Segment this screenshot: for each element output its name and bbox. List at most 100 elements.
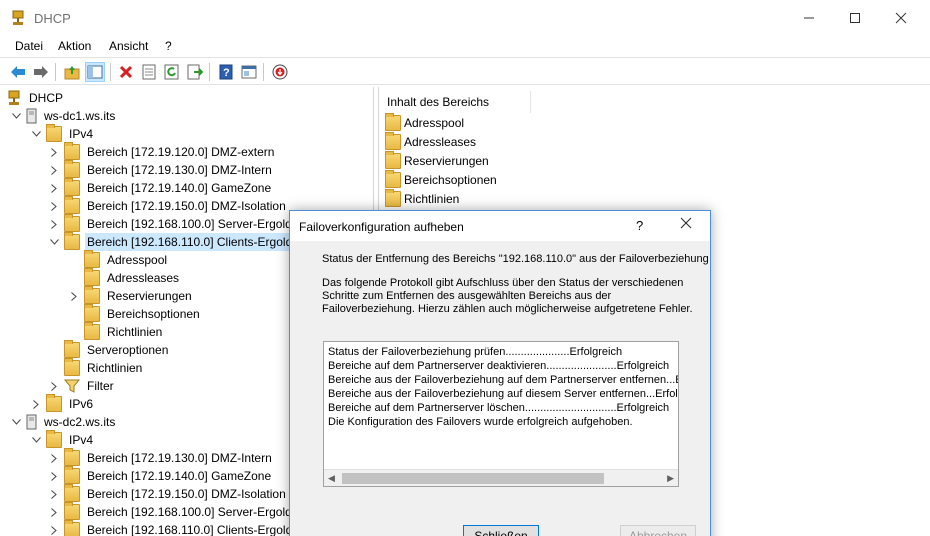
result-item-adressleases[interactable]: Adressleases: [385, 132, 476, 151]
menu-datei[interactable]: Datei: [15, 39, 43, 53]
tree-filter[interactable]: Filter: [48, 377, 116, 395]
expand-arrow-icon[interactable]: [48, 161, 60, 179]
result-item-reservierungen[interactable]: Reservierungen: [385, 151, 489, 170]
forward-button[interactable]: [31, 62, 51, 82]
console-button[interactable]: [239, 62, 259, 82]
tree-root-dhcp[interactable]: DHCP: [6, 89, 65, 107]
expand-arrow-icon[interactable]: [48, 197, 60, 215]
tree-scope[interactable]: Bereich [172.19.120.0] DMZ-extern: [48, 142, 276, 161]
horizontal-scrollbar[interactable]: ◀ ▶: [324, 469, 678, 486]
toolbar: ?: [0, 57, 930, 85]
tree-serveroptionen[interactable]: Serveroptionen: [64, 340, 170, 359]
column-header[interactable]: Inhalt des Bereichs: [379, 91, 531, 113]
result-item-adresspool[interactable]: Adresspool: [385, 113, 464, 132]
export-list-icon: [187, 64, 203, 80]
policies-icon: [385, 189, 401, 207]
scroll-right-icon[interactable]: ▶: [667, 473, 674, 484]
expand-arrow-icon[interactable]: [48, 215, 60, 233]
tree-scope[interactable]: Bereich [192.168.100.0] Server-Ergoldsba…: [48, 214, 326, 233]
expand-arrow-icon[interactable]: [48, 467, 60, 485]
show-hide-tree-button[interactable]: [85, 62, 105, 82]
expand-arrow-icon[interactable]: [48, 449, 60, 467]
dialog-status-text: Status der Entfernung des Bereichs "192.…: [322, 253, 709, 265]
tree-adresspool[interactable]: Adresspool: [84, 250, 169, 269]
server-name: ws-dc2.ws.its: [44, 415, 116, 429]
tree-scope-selected[interactable]: Bereich [192.168.110.0] Clients-Ergoldsb…: [48, 232, 327, 251]
tree-richtlinien-server[interactable]: Richtlinien: [64, 358, 144, 377]
expand-arrow-icon[interactable]: [68, 287, 80, 305]
collapse-arrow-icon[interactable]: [10, 107, 22, 125]
scroll-left-icon[interactable]: ◀: [328, 473, 335, 484]
tree-scope[interactable]: Bereich [172.19.140.0] GameZone: [48, 178, 273, 197]
delete-button[interactable]: [116, 62, 136, 82]
expand-arrow-icon[interactable]: [48, 503, 60, 521]
scope-options-icon: [84, 304, 100, 322]
tree-server-1[interactable]: ws-dc1.ws.its: [10, 107, 117, 125]
help-icon: ?: [219, 64, 233, 80]
export-list-button[interactable]: [185, 62, 205, 82]
minimize-button[interactable]: [786, 0, 832, 36]
menu-ansicht[interactable]: Ansicht: [109, 39, 148, 53]
delete-icon: [119, 65, 133, 79]
collapse-arrow-icon[interactable]: [48, 233, 60, 251]
stop-service-button[interactable]: [270, 62, 290, 82]
scrollbar-thumb[interactable]: [342, 473, 604, 484]
result-item-bereichsoptionen[interactable]: Bereichsoptionen: [385, 170, 497, 189]
scope-folder-icon: [64, 196, 80, 214]
scope-label: Bereich [172.19.120.0] DMZ-extern: [87, 145, 275, 159]
close-button[interactable]: Schließen: [463, 525, 539, 536]
tree-ipv6-1[interactable]: IPv6: [30, 394, 95, 413]
tree-scope[interactable]: Bereich [172.19.130.0] DMZ-Intern: [48, 160, 274, 179]
collapse-arrow-icon[interactable]: [30, 125, 42, 143]
result-item-richtlinien[interactable]: Richtlinien: [385, 189, 459, 208]
tree-scope[interactable]: Bereich [192.168.100.0] Server-Ergoldsba…: [48, 502, 326, 521]
cancel-button[interactable]: Abbrechen: [620, 525, 696, 536]
tree-scope[interactable]: Bereich [172.19.140.0] GameZone: [48, 466, 273, 485]
log-line: Bereiche aus der Failoverbeziehung auf d…: [328, 388, 679, 400]
protocol-log[interactable]: Status der Failoverbeziehung prüfen.....…: [323, 341, 679, 487]
tree-richtlinien-scope[interactable]: Richtlinien: [84, 322, 164, 341]
log-line: Bereiche auf dem Partnerserver deaktivie…: [328, 360, 670, 372]
tree-scope[interactable]: Bereich [172.19.150.0] DMZ-Isolation: [48, 484, 288, 503]
collapse-arrow-icon[interactable]: [30, 431, 42, 449]
properties-button[interactable]: [139, 62, 159, 82]
tree-ipv4-1[interactable]: IPv4: [30, 124, 95, 143]
tree-bereichsoptionen[interactable]: Bereichsoptionen: [84, 304, 202, 323]
tree-scope[interactable]: Bereich [172.19.130.0] DMZ-Intern: [48, 448, 274, 467]
refresh-button[interactable]: [162, 62, 182, 82]
dialog-help-button[interactable]: ?: [636, 218, 643, 233]
address-pool-icon: [385, 113, 401, 131]
help-button[interactable]: ?: [216, 62, 236, 82]
menu-aktion[interactable]: Aktion: [58, 39, 91, 53]
back-button[interactable]: [8, 62, 28, 82]
policies-icon: [64, 358, 80, 376]
reservations-icon: [385, 151, 401, 169]
expand-arrow-icon[interactable]: [48, 485, 60, 503]
tree-scope[interactable]: Bereich [172.19.150.0] DMZ-Isolation: [48, 196, 288, 215]
expand-arrow-icon[interactable]: [48, 143, 60, 161]
scope-label: Bereich [172.19.140.0] GameZone: [87, 181, 272, 195]
tree-reservierungen[interactable]: Reservierungen: [68, 286, 194, 305]
close-window-button[interactable]: [878, 0, 924, 36]
expand-arrow-icon[interactable]: [48, 521, 60, 536]
expand-arrow-icon[interactable]: [48, 377, 60, 395]
tree-item-label: Serveroptionen: [87, 343, 169, 357]
tree-scope[interactable]: Bereich [192.168.110.0] Clients-Ergoldsb…: [48, 520, 326, 536]
menu-help[interactable]: ?: [165, 39, 172, 53]
tree-server-2[interactable]: ws-dc2.ws.its: [10, 413, 117, 431]
tree-item-label: Filter: [87, 379, 114, 393]
collapse-arrow-icon[interactable]: [10, 413, 22, 431]
server-icon: [26, 414, 37, 430]
server-options-icon: [64, 340, 80, 358]
tree-ipv4-2[interactable]: IPv4: [30, 430, 95, 449]
up-one-level-button[interactable]: [62, 62, 82, 82]
tree-adressleases[interactable]: Adressleases: [84, 268, 181, 287]
dialog-close-button[interactable]: [680, 216, 692, 234]
scope-folder-icon: [64, 160, 80, 178]
failover-dialog: Failoverkonfiguration aufheben ? Status …: [289, 210, 711, 536]
expand-arrow-icon[interactable]: [30, 395, 42, 413]
scope-label: Bereich [172.19.130.0] DMZ-Intern: [87, 451, 272, 465]
maximize-button[interactable]: [832, 0, 878, 36]
expand-arrow-icon[interactable]: [48, 179, 60, 197]
tree-item-label: Reservierungen: [107, 289, 192, 303]
